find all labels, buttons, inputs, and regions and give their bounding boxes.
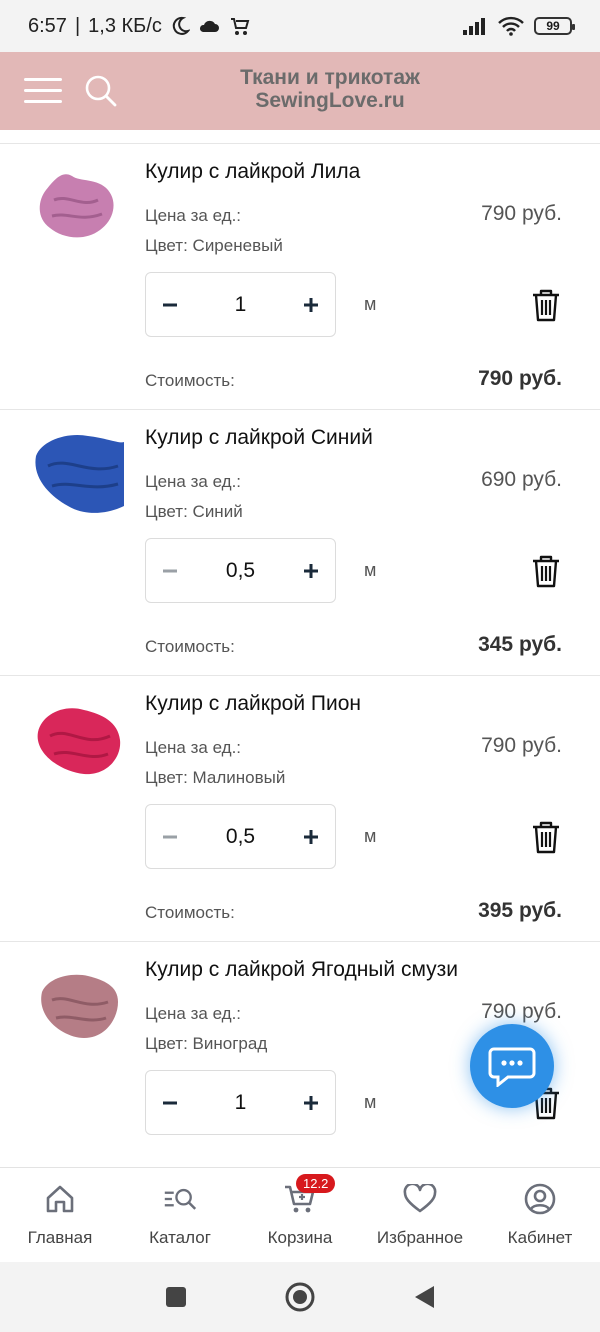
back-button[interactable] [412, 1284, 436, 1310]
increase-button[interactable] [287, 1071, 335, 1134]
increase-button[interactable] [287, 805, 335, 868]
item-title[interactable]: Кулир с лайкрой Лила [145, 160, 360, 184]
trash-icon[interactable] [530, 554, 562, 588]
cost-value: 395 руб. [478, 899, 562, 922]
cost-label: Стоимость: [145, 637, 235, 656]
nav-label-catalog: Каталог [149, 1228, 211, 1247]
wifi-icon [498, 16, 524, 36]
home-button[interactable] [284, 1281, 316, 1313]
status-time: 6:57 [28, 14, 67, 37]
status-speed: 1,3 КБ/с [88, 14, 162, 37]
stroller-icon [228, 15, 250, 37]
item-color: Цвет: Малиновый [145, 768, 286, 787]
decrease-button[interactable] [146, 1071, 194, 1134]
heart-icon [403, 1182, 437, 1216]
nav-label-account: Кабинет [507, 1228, 573, 1247]
unit-price: 690 руб. [481, 468, 562, 491]
price-label: Цена за ед.: [145, 1004, 242, 1023]
item-title[interactable]: Кулир с лайкрой Синий [145, 426, 373, 450]
cost-label: Стоимость: [145, 371, 235, 390]
quantity-stepper: 0,5 [145, 538, 336, 603]
product-thumbnail[interactable] [28, 692, 124, 788]
cart-item: Кулир с лайкрой Синий Цена за ед.: 690 р… [0, 409, 600, 675]
nav-favorites[interactable]: Избранное [360, 1168, 480, 1261]
quantity-stepper: 1 [145, 1070, 336, 1135]
home-icon [43, 1182, 77, 1216]
unit-label: м [364, 826, 377, 846]
unit-price: 790 руб. [481, 1000, 562, 1023]
user-icon [523, 1182, 557, 1216]
cost-value: 345 руб. [478, 633, 562, 656]
unit-label: м [364, 560, 377, 580]
search-icon[interactable] [84, 74, 118, 108]
unit-label: м [364, 1092, 377, 1112]
cart-item: Кулир с лайкрой Лила Цена за ед.: 790 ру… [0, 143, 600, 409]
signal-icon [462, 17, 488, 35]
catalog-search-icon [163, 1182, 197, 1216]
site-logo[interactable]: Ткани и трикотаж SewingLove.ru [200, 66, 460, 112]
item-title[interactable]: Кулир с лайкрой Пион [145, 692, 361, 716]
cloud-icon [198, 18, 220, 34]
nav-label-cart: Корзина [267, 1228, 333, 1247]
item-title[interactable]: Кулир с лайкрой Ягодный смузи [145, 958, 458, 982]
product-thumbnail[interactable] [28, 160, 124, 256]
trash-icon[interactable] [530, 288, 562, 322]
cart-badge: 12.2 [296, 1174, 336, 1193]
app-header: Ткани и трикотаж SewingLove.ru [0, 52, 600, 130]
nav-cart[interactable]: 12.2 Корзина [240, 1168, 360, 1261]
quantity-stepper: 1 [145, 272, 336, 337]
recent-apps-button[interactable] [164, 1285, 188, 1309]
product-thumbnail[interactable] [28, 958, 124, 1054]
nav-catalog[interactable]: Каталог [120, 1168, 240, 1261]
battery-icon: 99 [534, 17, 575, 35]
logo-line-1: Ткани и трикотаж [240, 66, 420, 89]
square-icon [166, 1287, 186, 1307]
decrease-button[interactable] [146, 273, 194, 336]
product-thumbnail[interactable] [28, 426, 125, 522]
quantity-value[interactable]: 0,5 [194, 559, 287, 583]
bottom-navigation: Главная Каталог 12.2 Корзина Избранное К… [0, 1167, 600, 1261]
system-navigation-bar [0, 1262, 600, 1332]
price-label: Цена за ед.: [145, 472, 242, 491]
quantity-value[interactable]: 0,5 [194, 825, 287, 849]
logo-line-2: SewingLove.ru [255, 89, 405, 112]
price-label: Цена за ед.: [145, 206, 242, 225]
cart-item: Кулир с лайкрой Пион Цена за ед.: 790 ру… [0, 675, 600, 941]
increase-button[interactable] [287, 273, 335, 336]
item-color: Цвет: Синий [145, 502, 243, 521]
unit-price: 790 руб. [481, 202, 562, 225]
circle-home-icon [285, 1282, 315, 1312]
unit-price: 790 руб. [481, 734, 562, 757]
quantity-stepper: 0,5 [145, 804, 336, 869]
nav-label-home: Главная [27, 1228, 93, 1247]
quantity-value[interactable]: 1 [194, 293, 287, 317]
item-color: Цвет: Виноград [145, 1034, 268, 1053]
nav-account[interactable]: Кабинет [480, 1168, 600, 1261]
increase-button[interactable] [287, 539, 335, 602]
decrease-button[interactable] [146, 539, 194, 602]
status-bar: 6:57 | 1,3 КБ/с 99 [0, 0, 600, 52]
cost-label: Стоимость: [145, 903, 235, 922]
hamburger-menu-button[interactable] [24, 76, 62, 106]
moon-icon [170, 16, 190, 36]
quantity-value[interactable]: 1 [194, 1091, 287, 1115]
chat-bubble-icon [488, 1047, 536, 1087]
back-triangle-icon [415, 1286, 434, 1308]
decrease-button[interactable] [146, 805, 194, 868]
trash-icon[interactable] [530, 820, 562, 854]
nav-home[interactable]: Главная [0, 1168, 120, 1261]
item-color: Цвет: Сиреневый [145, 236, 283, 255]
unit-label: м [364, 294, 377, 314]
cost-value: 790 руб. [478, 367, 562, 390]
nav-label-favorites: Избранное [376, 1228, 464, 1247]
price-label: Цена за ед.: [145, 738, 242, 757]
chat-button[interactable] [470, 1024, 554, 1108]
